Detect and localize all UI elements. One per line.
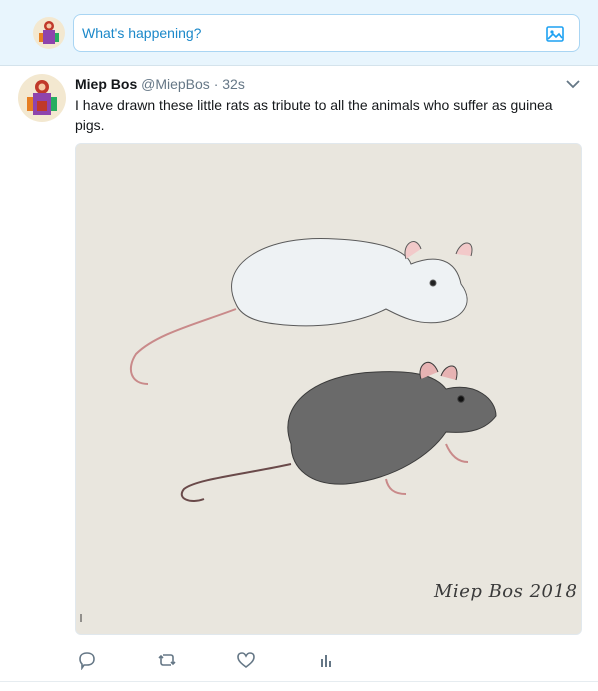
- image-icon[interactable]: [545, 24, 565, 44]
- author-handle[interactable]: @MiepBos: [141, 76, 210, 92]
- tweet[interactable]: Miep Bos @MiepBos · 32s I have drawn the…: [0, 66, 598, 691]
- compose-input[interactable]: [82, 15, 532, 51]
- image-signature: Miep Bos 2018: [434, 581, 578, 602]
- author-name[interactable]: Miep Bos: [75, 76, 137, 92]
- analytics-icon[interactable]: [314, 648, 338, 672]
- tweet-image[interactable]: Miep Bos 2018: [75, 143, 582, 635]
- reply-icon[interactable]: [75, 648, 99, 672]
- tweet-header: Miep Bos @MiepBos · 32s: [75, 75, 245, 93]
- tweet-text: I have drawn these little rats as tribut…: [75, 97, 553, 133]
- separator-dot: ·: [213, 76, 219, 92]
- heart-icon[interactable]: [234, 648, 258, 672]
- compose-input-box[interactable]: [73, 14, 580, 52]
- tweet-timestamp[interactable]: 32s: [222, 76, 245, 92]
- user-avatar-icon[interactable]: [33, 17, 65, 49]
- tweet-actions: [75, 648, 580, 672]
- chevron-down-icon[interactable]: [565, 76, 581, 92]
- retweet-icon[interactable]: [155, 648, 179, 672]
- tweet-composer: [0, 0, 598, 66]
- next-tweet-edge: [0, 681, 598, 691]
- tweet-avatar[interactable]: [18, 74, 66, 122]
